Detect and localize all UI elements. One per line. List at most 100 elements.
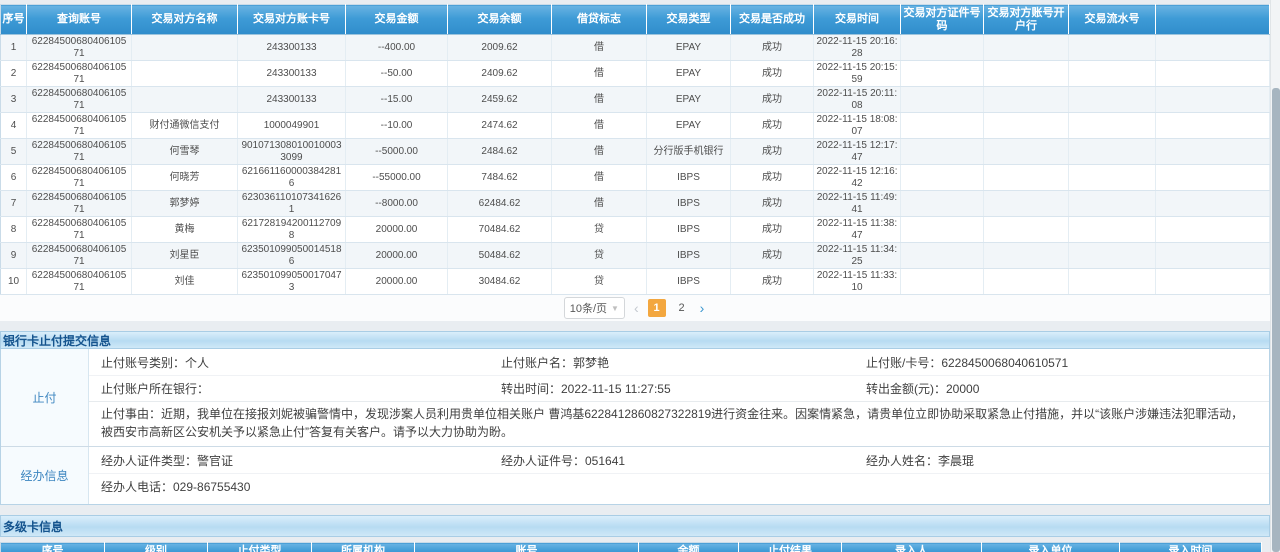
table-cell: 黄梅 — [132, 217, 238, 243]
stop-payment-fields: 止付账号类别：个人 止付账户名：郭梦艳 止付账/卡号：6228450068040… — [89, 349, 1269, 446]
field-row: 止付账号类别：个人 止付账户名：郭梦艳 止付账/卡号：6228450068040… — [89, 349, 1269, 375]
table-cell: 成功 — [731, 217, 814, 243]
table-row: 56228450068040610571何雪琴90107130801001000… — [1, 139, 1270, 165]
scrollbar-thumb[interactable] — [1272, 88, 1280, 552]
table-row: 36228450068040610571243300133--15.002459… — [1, 87, 1270, 113]
table-cell: 70484.62 — [448, 217, 552, 243]
field-transfer-amount: 转出金额(元)：20000 — [854, 380, 1269, 397]
table-row: 16228450068040610571243300133--400.00200… — [1, 35, 1270, 61]
table-cell: 6228450068040610571 — [27, 139, 132, 165]
page-button-1[interactable]: 1 — [648, 299, 666, 317]
table-cell — [1156, 61, 1270, 87]
column-header: 账号 — [415, 543, 639, 552]
table-cell: 何雪琴 — [132, 139, 238, 165]
table-cell: 6235010990500145186 — [238, 243, 346, 269]
table-cell — [984, 217, 1069, 243]
page-size-label: 10条/页 — [570, 300, 607, 316]
table-row: 66228450068040610571何晓芳62166116000038428… — [1, 165, 1270, 191]
table-cell — [1156, 243, 1270, 269]
page-scrollbar[interactable] — [1270, 0, 1280, 552]
table-cell: 2022-11-15 11:33:10 — [814, 269, 901, 295]
table-cell: 2459.62 — [448, 87, 552, 113]
table-cell — [984, 35, 1069, 61]
table-cell: 分行版手机银行 — [647, 139, 731, 165]
table-cell: 8 — [1, 217, 27, 243]
multi-card-section-title: 多级卡信息 — [0, 515, 1270, 537]
table-cell — [984, 87, 1069, 113]
table-cell: 6228450068040610571 — [27, 87, 132, 113]
table-cell: 62484.62 — [448, 191, 552, 217]
column-header: 序号 — [1, 543, 105, 552]
table-cell: 成功 — [731, 269, 814, 295]
table-cell — [1069, 217, 1156, 243]
table-cell: 6217281942001127098 — [238, 217, 346, 243]
multi-card-table: 序号级别止付类型所属机构账号余额止付结果录入人录入单位录入时间 1一级第三方止付… — [0, 542, 1262, 552]
table-cell: IBPS — [647, 243, 731, 269]
table-cell: 20000.00 — [346, 217, 448, 243]
table-cell — [1069, 61, 1156, 87]
table-row: 96228450068040610571刘星臣62350109905001451… — [1, 243, 1270, 269]
table-cell: 9010713080100100033099 — [238, 139, 346, 165]
table-cell: 7 — [1, 191, 27, 217]
table-cell: 243300133 — [238, 87, 346, 113]
table-cell — [901, 269, 984, 295]
field-officer-cert-type: 经办人证件类型：警官证 — [89, 452, 489, 469]
column-header: 交易时间 — [814, 5, 901, 35]
table-cell: 6 — [1, 165, 27, 191]
table-cell: 借 — [552, 87, 647, 113]
page: 序号查询账号交易对方名称交易对方账卡号交易金额交易余额借贷标志交易类型交易是否成… — [0, 0, 1280, 552]
table-cell — [1156, 165, 1270, 191]
table-cell — [1156, 269, 1270, 295]
table-cell — [901, 217, 984, 243]
officer-fields: 经办人证件类型：警官证 经办人证件号：051641 经办人姓名：李晨琨 经办人电… — [89, 447, 1269, 504]
table-row: 26228450068040610571243300133--50.002409… — [1, 61, 1270, 87]
column-header: 录入单位 — [982, 543, 1120, 552]
table-cell — [1069, 113, 1156, 139]
table-cell: 1 — [1, 35, 27, 61]
table-cell: 借 — [552, 113, 647, 139]
transactions-header-row: 序号查询账号交易对方名称交易对方账卡号交易金额交易余额借贷标志交易类型交易是否成… — [1, 5, 1270, 35]
transactions-body: 16228450068040610571243300133--400.00200… — [1, 35, 1270, 295]
table-cell: 2 — [1, 61, 27, 87]
table-cell: 6228450068040610571 — [27, 243, 132, 269]
table-cell — [1156, 35, 1270, 61]
column-header: 录入人 — [842, 543, 982, 552]
table-cell: 成功 — [731, 87, 814, 113]
table-cell — [1156, 87, 1270, 113]
table-cell: 6235010990500170473 — [238, 269, 346, 295]
table-cell: 2022-11-15 11:38:47 — [814, 217, 901, 243]
next-page-button[interactable]: › — [698, 301, 707, 315]
table-cell: EPAY — [647, 113, 731, 139]
column-header: 交易余额 — [448, 5, 552, 35]
table-cell: 郭梦婷 — [132, 191, 238, 217]
table-cell — [1069, 243, 1156, 269]
field-account-name: 止付账户名：郭梦艳 — [489, 354, 854, 371]
table-cell: 2022-11-15 20:16:28 — [814, 35, 901, 61]
table-cell: 成功 — [731, 139, 814, 165]
table-row: 106228450068040610571刘佳62350109905001704… — [1, 269, 1270, 295]
table-cell: 成功 — [731, 113, 814, 139]
table-cell: 财付通微信支付 — [132, 113, 238, 139]
stop-payment-info-box: 止付 止付账号类别：个人 止付账户名：郭梦艳 止付账/卡号：6228450068… — [0, 349, 1270, 505]
column-header: 交易是否成功 — [731, 5, 814, 35]
table-cell: 贷 — [552, 269, 647, 295]
table-cell: 10 — [1, 269, 27, 295]
table-cell: 20000.00 — [346, 243, 448, 269]
column-header: 交易对方名称 — [132, 5, 238, 35]
table-cell — [984, 191, 1069, 217]
table-cell: 6228450068040610571 — [27, 61, 132, 87]
table-cell: 成功 — [731, 243, 814, 269]
table-cell: IBPS — [647, 217, 731, 243]
table-cell: 6228450068040610571 — [27, 35, 132, 61]
field-account-type: 止付账号类别：个人 — [89, 354, 489, 371]
page-button-2[interactable]: 2 — [673, 299, 691, 317]
column-header — [1156, 5, 1270, 35]
table-cell: 2022-11-15 11:34:25 — [814, 243, 901, 269]
prev-page-button[interactable]: ‹ — [632, 301, 641, 315]
table-cell — [1156, 191, 1270, 217]
table-cell: 20000.00 — [346, 269, 448, 295]
table-cell: 1000049901 — [238, 113, 346, 139]
table-cell: 6228450068040610571 — [27, 113, 132, 139]
page-size-select[interactable]: 10条/页 ▼ — [564, 297, 625, 319]
table-cell — [901, 139, 984, 165]
